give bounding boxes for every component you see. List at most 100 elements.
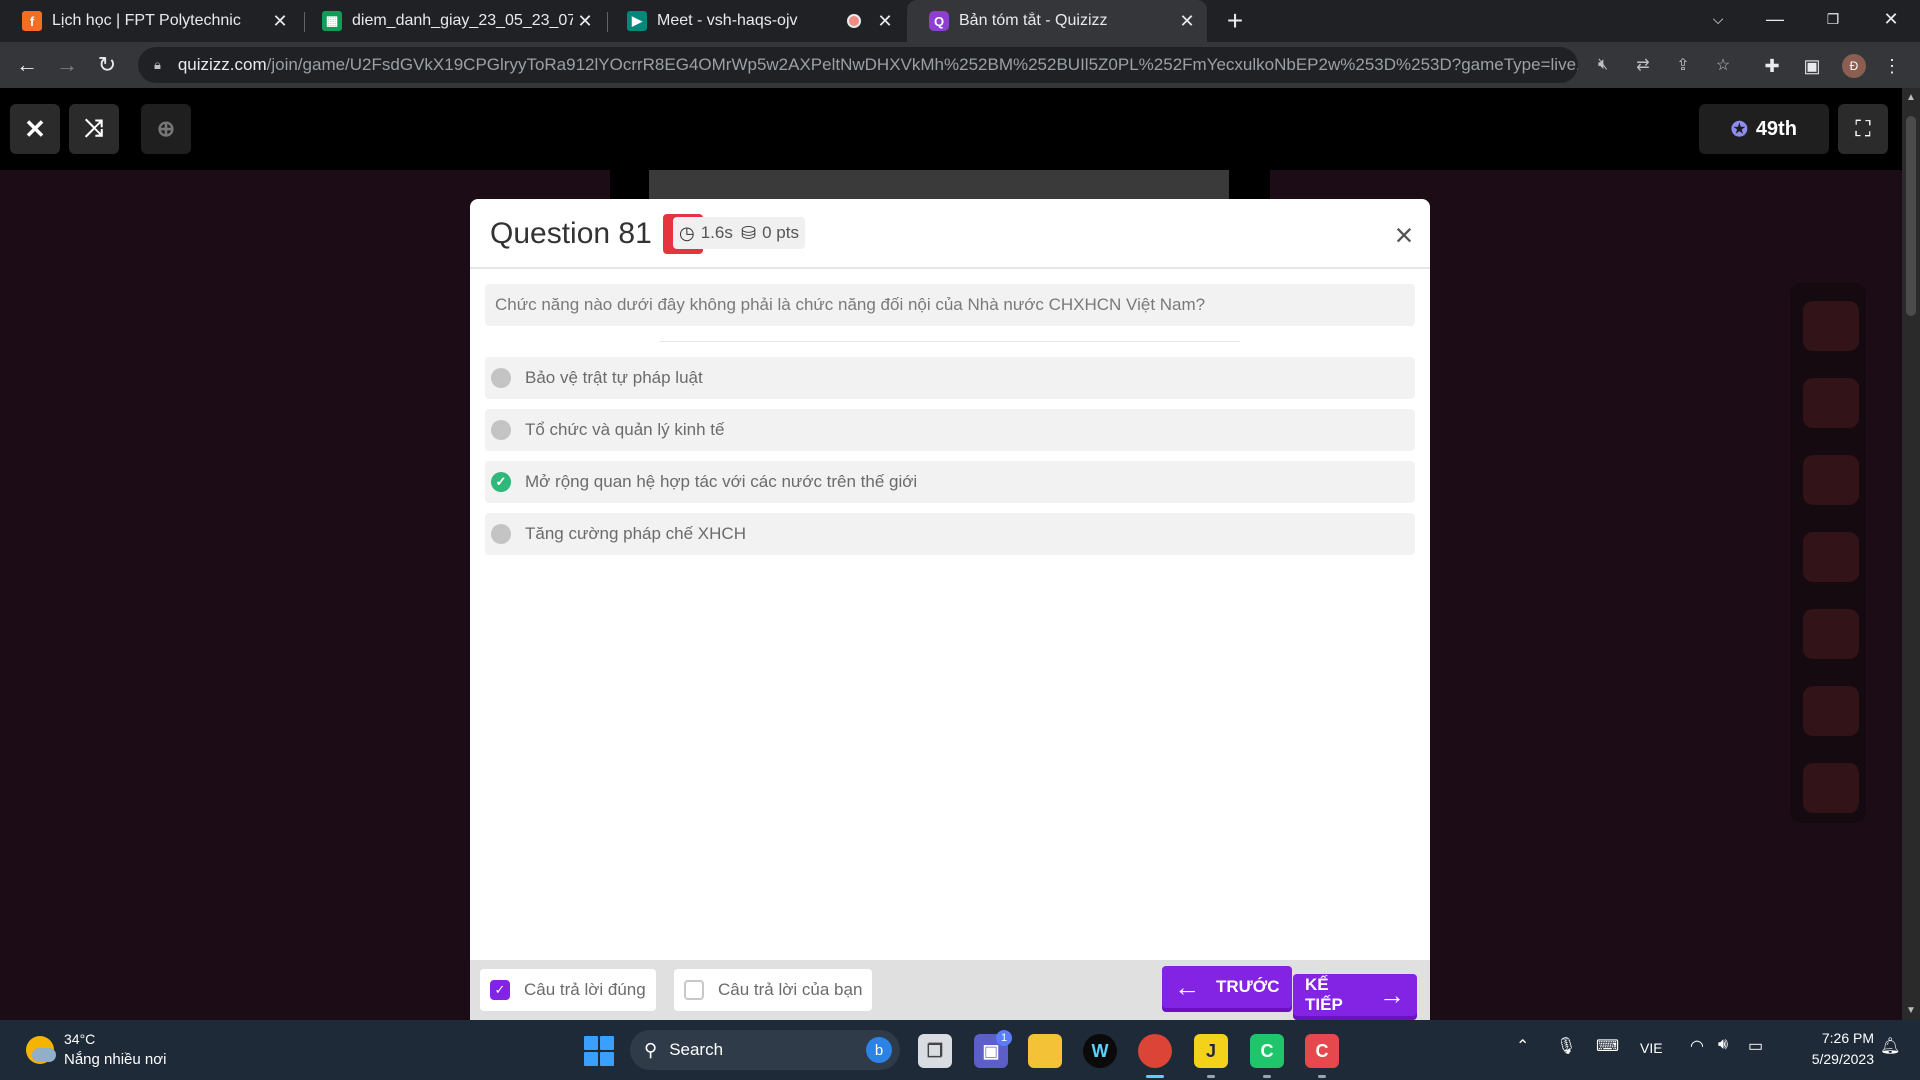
side-panel-icon[interactable]: ▣ <box>1800 54 1824 78</box>
weather-description: Nắng nhiều nơi <box>64 1051 167 1068</box>
once-more-powerup-icon[interactable] <box>1803 301 1859 351</box>
green-app-icon[interactable]: C <box>1250 1034 1284 1068</box>
running-indicator <box>1146 1075 1164 1078</box>
pie-powerup-icon[interactable] <box>1803 763 1859 813</box>
url-path: /join/game/U2FsdGVkX19CPGlryyToRa912lYOc… <box>266 55 1578 74</box>
answer-option: Bảo vệ trật tự pháp luật <box>485 357 1415 399</box>
profile-avatar[interactable]: Đ <box>1842 54 1866 78</box>
address-bar[interactable]: 🔒︎ quizizz.com/join/game/U2FsdGVkX19CPGl… <box>138 47 1578 83</box>
tab-attendance-sheet[interactable]: ▦ diem_danh_giay_23_05_23_07_23 ✕ <box>300 0 605 42</box>
next-label: KẾ TIẾP <box>1305 975 1343 1014</box>
close-tab-icon[interactable]: ✕ <box>1175 9 1199 33</box>
chevron-up-icon[interactable]: ⌃ <box>1516 1036 1529 1056</box>
game-top-bar: ✕ ⤨ ⊕ ✪ 49th ⛶ <box>0 88 1902 170</box>
character-powerup-icon[interactable] <box>1803 609 1859 659</box>
option-text: Tăng cường pháp chế XHCH <box>525 524 746 543</box>
arrow-left-icon: ← <box>1174 971 1200 1002</box>
option-indicator-icon <box>491 420 511 440</box>
chat-badge: 1 <box>996 1030 1012 1046</box>
tab-title: diem_danh_giay_23_05_23_07_23 <box>352 12 573 29</box>
exit-game-button[interactable]: ✕ <box>10 104 60 154</box>
taskbar-search[interactable]: ⚲ Search b <box>630 1030 900 1070</box>
weather-partly-sunny-icon[interactable] <box>26 1036 56 1064</box>
close-tab-icon[interactable]: ✕ <box>873 9 897 33</box>
divider <box>660 341 1240 342</box>
question-number: Question 81 <box>490 217 652 250</box>
recording-icon <box>847 14 861 28</box>
your-answer-toggle[interactable]: Câu trả lời của bạn <box>674 969 873 1011</box>
op-powerup-icon[interactable] <box>1803 532 1859 582</box>
shuffle-theme-button[interactable]: ⤨ <box>69 104 119 154</box>
tab-title: Meet - vsh-haqs-ojv <box>657 12 798 29</box>
checkbox-checked-icon[interactable]: ✓ <box>490 980 510 1000</box>
tab-google-meet[interactable]: ▶ Meet - vsh-haqs-ojv ✕ <box>605 0 905 42</box>
question-text: Chức năng nào dưới đây không phải là chứ… <box>485 284 1415 326</box>
modal-footer: ✓ Câu trả lời đúng Câu trả lời của bạn ←… <box>470 960 1430 1020</box>
forward-arrow-icon[interactable]: → <box>52 50 82 80</box>
search-icon: ⚲ <box>644 1039 658 1060</box>
tab-search-chevron-icon[interactable]: ⌵ <box>1695 0 1741 38</box>
blue-j-app-icon[interactable]: J <box>1194 1034 1228 1068</box>
emoji-powerup-icon[interactable] <box>1803 455 1859 505</box>
page-scrollbar[interactable]: ▲ ▼ <box>1902 88 1920 1020</box>
reload-icon[interactable]: ↻ <box>92 50 122 80</box>
running-indicator <box>1318 1075 1326 1078</box>
legend-label: Câu trả lời của bạn <box>718 980 863 999</box>
zoom-icon[interactable]: ⊕ <box>141 104 191 154</box>
share-icon[interactable]: ⇪ <box>1672 54 1694 76</box>
time-value: 1.6s <box>700 223 733 242</box>
close-window-button[interactable]: ✕ <box>1868 0 1914 38</box>
weather-temperature: 34°C <box>64 1031 96 1047</box>
tab-quizizz[interactable]: Q Bản tóm tắt - Quizizz ✕ <box>907 0 1207 42</box>
option-text: Bảo vệ trật tự pháp luật <box>525 368 703 387</box>
fullscreen-button[interactable]: ⛶ <box>1838 104 1888 154</box>
clock-time[interactable]: 7:26 PM <box>1792 1030 1874 1046</box>
task-view-icon[interactable]: ❐ <box>918 1034 952 1068</box>
clock-date[interactable]: 5/29/2023 <box>1780 1051 1874 1067</box>
windows-start-icon[interactable] <box>584 1036 614 1066</box>
new-tab-button[interactable]: + <box>1220 5 1250 36</box>
volume-icon[interactable]: 🔊︎ <box>1718 1036 1728 1054</box>
answer-option: Tổ chức và quản lý kinh tế <box>485 409 1415 451</box>
quizizz-icon: Q <box>929 11 949 31</box>
input-language[interactable]: VIE <box>1640 1040 1663 1056</box>
file-explorer-icon[interactable] <box>1028 1034 1062 1068</box>
translate-icon[interactable]: ⇄ <box>1632 54 1654 76</box>
restore-button[interactable]: ❐ <box>1810 0 1856 38</box>
bookmark-star-icon[interactable]: ☆ <box>1712 54 1734 76</box>
scroll-up-icon[interactable]: ▲ <box>1906 92 1916 103</box>
question-text-content: Chức năng nào dưới đây không phải là chứ… <box>495 295 1206 314</box>
sus-powerup-icon[interactable] <box>1803 378 1859 428</box>
question-review-modal: Question 81 ✕ ◷ 1.6s ⛁ 0 pts × Chức năng… <box>470 199 1430 1020</box>
close-modal-icon[interactable]: × <box>1390 219 1418 251</box>
points-chip: ⛁ 0 pts <box>735 217 805 249</box>
word-app-icon[interactable]: W <box>1083 1034 1117 1068</box>
minimize-button[interactable]: — <box>1752 0 1798 38</box>
correct-check-icon: ✓ <box>491 472 511 492</box>
correct-answer-toggle[interactable]: ✓ Câu trả lời đúng <box>480 969 656 1011</box>
next-button[interactable]: KẾ TIẾP → <box>1293 974 1417 1016</box>
bing-icon[interactable]: b <box>866 1037 892 1063</box>
shoe-powerup-icon[interactable] <box>1803 686 1859 736</box>
kebab-menu-icon[interactable]: ⋮ <box>1880 54 1904 78</box>
chrome-icon[interactable] <box>1138 1034 1172 1068</box>
close-tab-icon[interactable]: ✕ <box>573 9 597 33</box>
muted-site-icon[interactable]: 🔇︎ <box>1592 54 1614 76</box>
back-arrow-icon[interactable]: ← <box>12 50 42 80</box>
red-app-icon[interactable]: C <box>1305 1034 1339 1068</box>
tab-fpt-schedule[interactable]: f Lịch học | FPT Polytechnic ✕ <box>0 0 300 42</box>
fpt-logo-icon: f <box>22 11 42 31</box>
scrollbar-thumb[interactable] <box>1906 116 1916 316</box>
checkbox-icon[interactable] <box>684 980 704 1000</box>
microphone-icon[interactable]: 🎙︎ <box>1556 1036 1576 1056</box>
close-tab-icon[interactable]: ✕ <box>268 9 292 33</box>
time-chip: ◷ 1.6s <box>673 217 739 249</box>
previous-button[interactable]: ← TRƯỚC <box>1162 966 1292 1008</box>
running-indicator <box>1263 1075 1271 1078</box>
wifi-icon[interactable]: ◠ <box>1690 1036 1704 1056</box>
scroll-down-icon[interactable]: ▼ <box>1906 1005 1916 1016</box>
keyboard-icon[interactable]: ⌨ <box>1596 1036 1619 1056</box>
battery-icon[interactable]: ▭ <box>1748 1036 1763 1056</box>
notification-icon[interactable]: 🔔︎ <box>1880 1036 1900 1056</box>
extensions-puzzle-icon[interactable]: ✚ <box>1760 54 1784 78</box>
